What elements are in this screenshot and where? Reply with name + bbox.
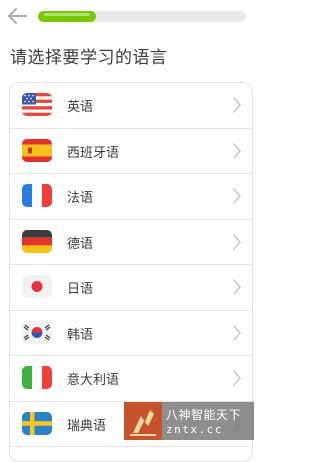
watermark-logo-icon <box>124 402 162 440</box>
korea-flag-icon <box>22 320 52 344</box>
spain-flag-icon <box>22 138 52 162</box>
language-item-spanish[interactable]: 西班牙语 <box>10 129 252 174</box>
language-label: 英语 <box>67 100 94 115</box>
us-flag-icon <box>22 93 52 116</box>
language-item-japanese[interactable]: 日语 <box>10 265 252 311</box>
language-item-italian[interactable]: 意大利语 <box>10 356 252 402</box>
language-item-german[interactable]: 德语 <box>10 220 252 265</box>
arrow-left-icon[interactable] <box>6 6 28 26</box>
watermark-overlay: 八神智能天下 zntx.cc <box>124 402 254 440</box>
language-label: 德语 <box>67 236 94 252</box>
language-label: 意大利语 <box>67 373 120 388</box>
progress-bar <box>38 11 246 22</box>
chevron-right-icon <box>233 370 242 386</box>
italy-flag-icon <box>22 366 52 389</box>
language-item-english[interactable]: 英语 <box>10 83 252 129</box>
chevron-right-icon <box>233 97 242 113</box>
language-label: 韩语 <box>67 327 94 343</box>
chevron-right-icon <box>233 188 242 204</box>
language-label: 法语 <box>67 191 94 206</box>
progress-shine <box>44 13 90 16</box>
chevron-right-icon <box>233 279 242 295</box>
germany-flag-icon <box>22 229 52 253</box>
language-label: 日语 <box>67 282 94 297</box>
language-label: 西班牙语 <box>67 145 120 161</box>
sweden-flag-icon <box>22 411 52 435</box>
page-title: 请选择要学习的语言 <box>10 48 168 68</box>
language-item-french[interactable]: 法语 <box>10 174 252 220</box>
language-item-korean[interactable]: 韩语 <box>10 311 252 356</box>
chevron-right-icon <box>233 233 242 250</box>
france-flag-icon <box>22 184 52 207</box>
watermark-url: zntx.cc <box>166 423 223 436</box>
japan-flag-icon <box>22 275 52 298</box>
language-label: 瑞典语 <box>67 418 107 434</box>
watermark-title: 八神智能天下 <box>166 408 242 422</box>
chevron-right-icon <box>233 324 242 341</box>
top-bar <box>0 0 263 34</box>
chevron-right-icon <box>233 142 242 159</box>
